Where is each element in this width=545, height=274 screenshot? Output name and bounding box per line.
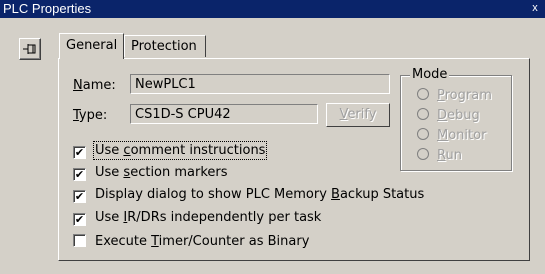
tab-protection-label: Protection <box>131 39 197 54</box>
title-bar: PLC Properties x <box>0 0 545 18</box>
radio-icon <box>417 88 429 100</box>
mode-radio-monitor[interactable]: Monitor <box>417 127 486 145</box>
checkbox-timer-counter-binary[interactable]: Execute Timer/Counter as Binary <box>73 232 309 252</box>
window-title: PLC Properties <box>3 1 92 16</box>
checkbox-display-backup-dialog[interactable]: ✔ Display dialog to show PLC Memory Backu… <box>73 185 424 205</box>
checkbox-checked-icon: ✔ <box>73 190 86 203</box>
verify-button[interactable]: Verify <box>326 103 390 127</box>
radio-icon <box>417 148 429 160</box>
tab-general-label: General <box>66 38 118 53</box>
type-value: CS1D-S CPU42 <box>135 107 231 122</box>
mode-radio-program[interactable]: Program <box>417 87 492 105</box>
radio-icon <box>417 128 429 140</box>
close-icon[interactable]: x <box>528 1 542 15</box>
type-label: Type: <box>73 108 108 123</box>
type-field[interactable]: CS1D-S CPU42 <box>130 104 318 124</box>
checkbox-use-ir-drs-per-task[interactable]: ✔ Use IR/DRs independently per task <box>73 208 321 228</box>
name-field[interactable]: NewPLC1 <box>130 74 390 94</box>
tab-general[interactable]: General <box>59 33 124 59</box>
checkbox-checked-icon: ✔ <box>73 213 86 226</box>
mode-radio-debug[interactable]: Debug <box>417 107 480 125</box>
checkbox-checked-icon: ✔ <box>73 168 86 181</box>
mode-groupbox: Mode Program Debug Monitor Run <box>400 67 512 171</box>
mode-legend: Mode <box>410 67 450 82</box>
checkbox-checked-icon: ✔ <box>73 146 86 159</box>
checkbox-unchecked-icon <box>73 234 86 247</box>
mode-radio-run[interactable]: Run <box>417 147 462 165</box>
name-value: NewPLC1 <box>135 77 196 92</box>
tab-protection[interactable]: Protection <box>124 35 206 57</box>
radio-icon <box>417 108 429 120</box>
checkbox-use-section-markers[interactable]: ✔ Use section markers <box>73 163 228 183</box>
pin-button[interactable] <box>19 38 41 60</box>
name-label: Name: <box>73 78 116 93</box>
pushpin-icon <box>23 44 36 54</box>
checkbox-use-comment-instructions[interactable]: ✔ Use comment instructions <box>73 141 268 161</box>
